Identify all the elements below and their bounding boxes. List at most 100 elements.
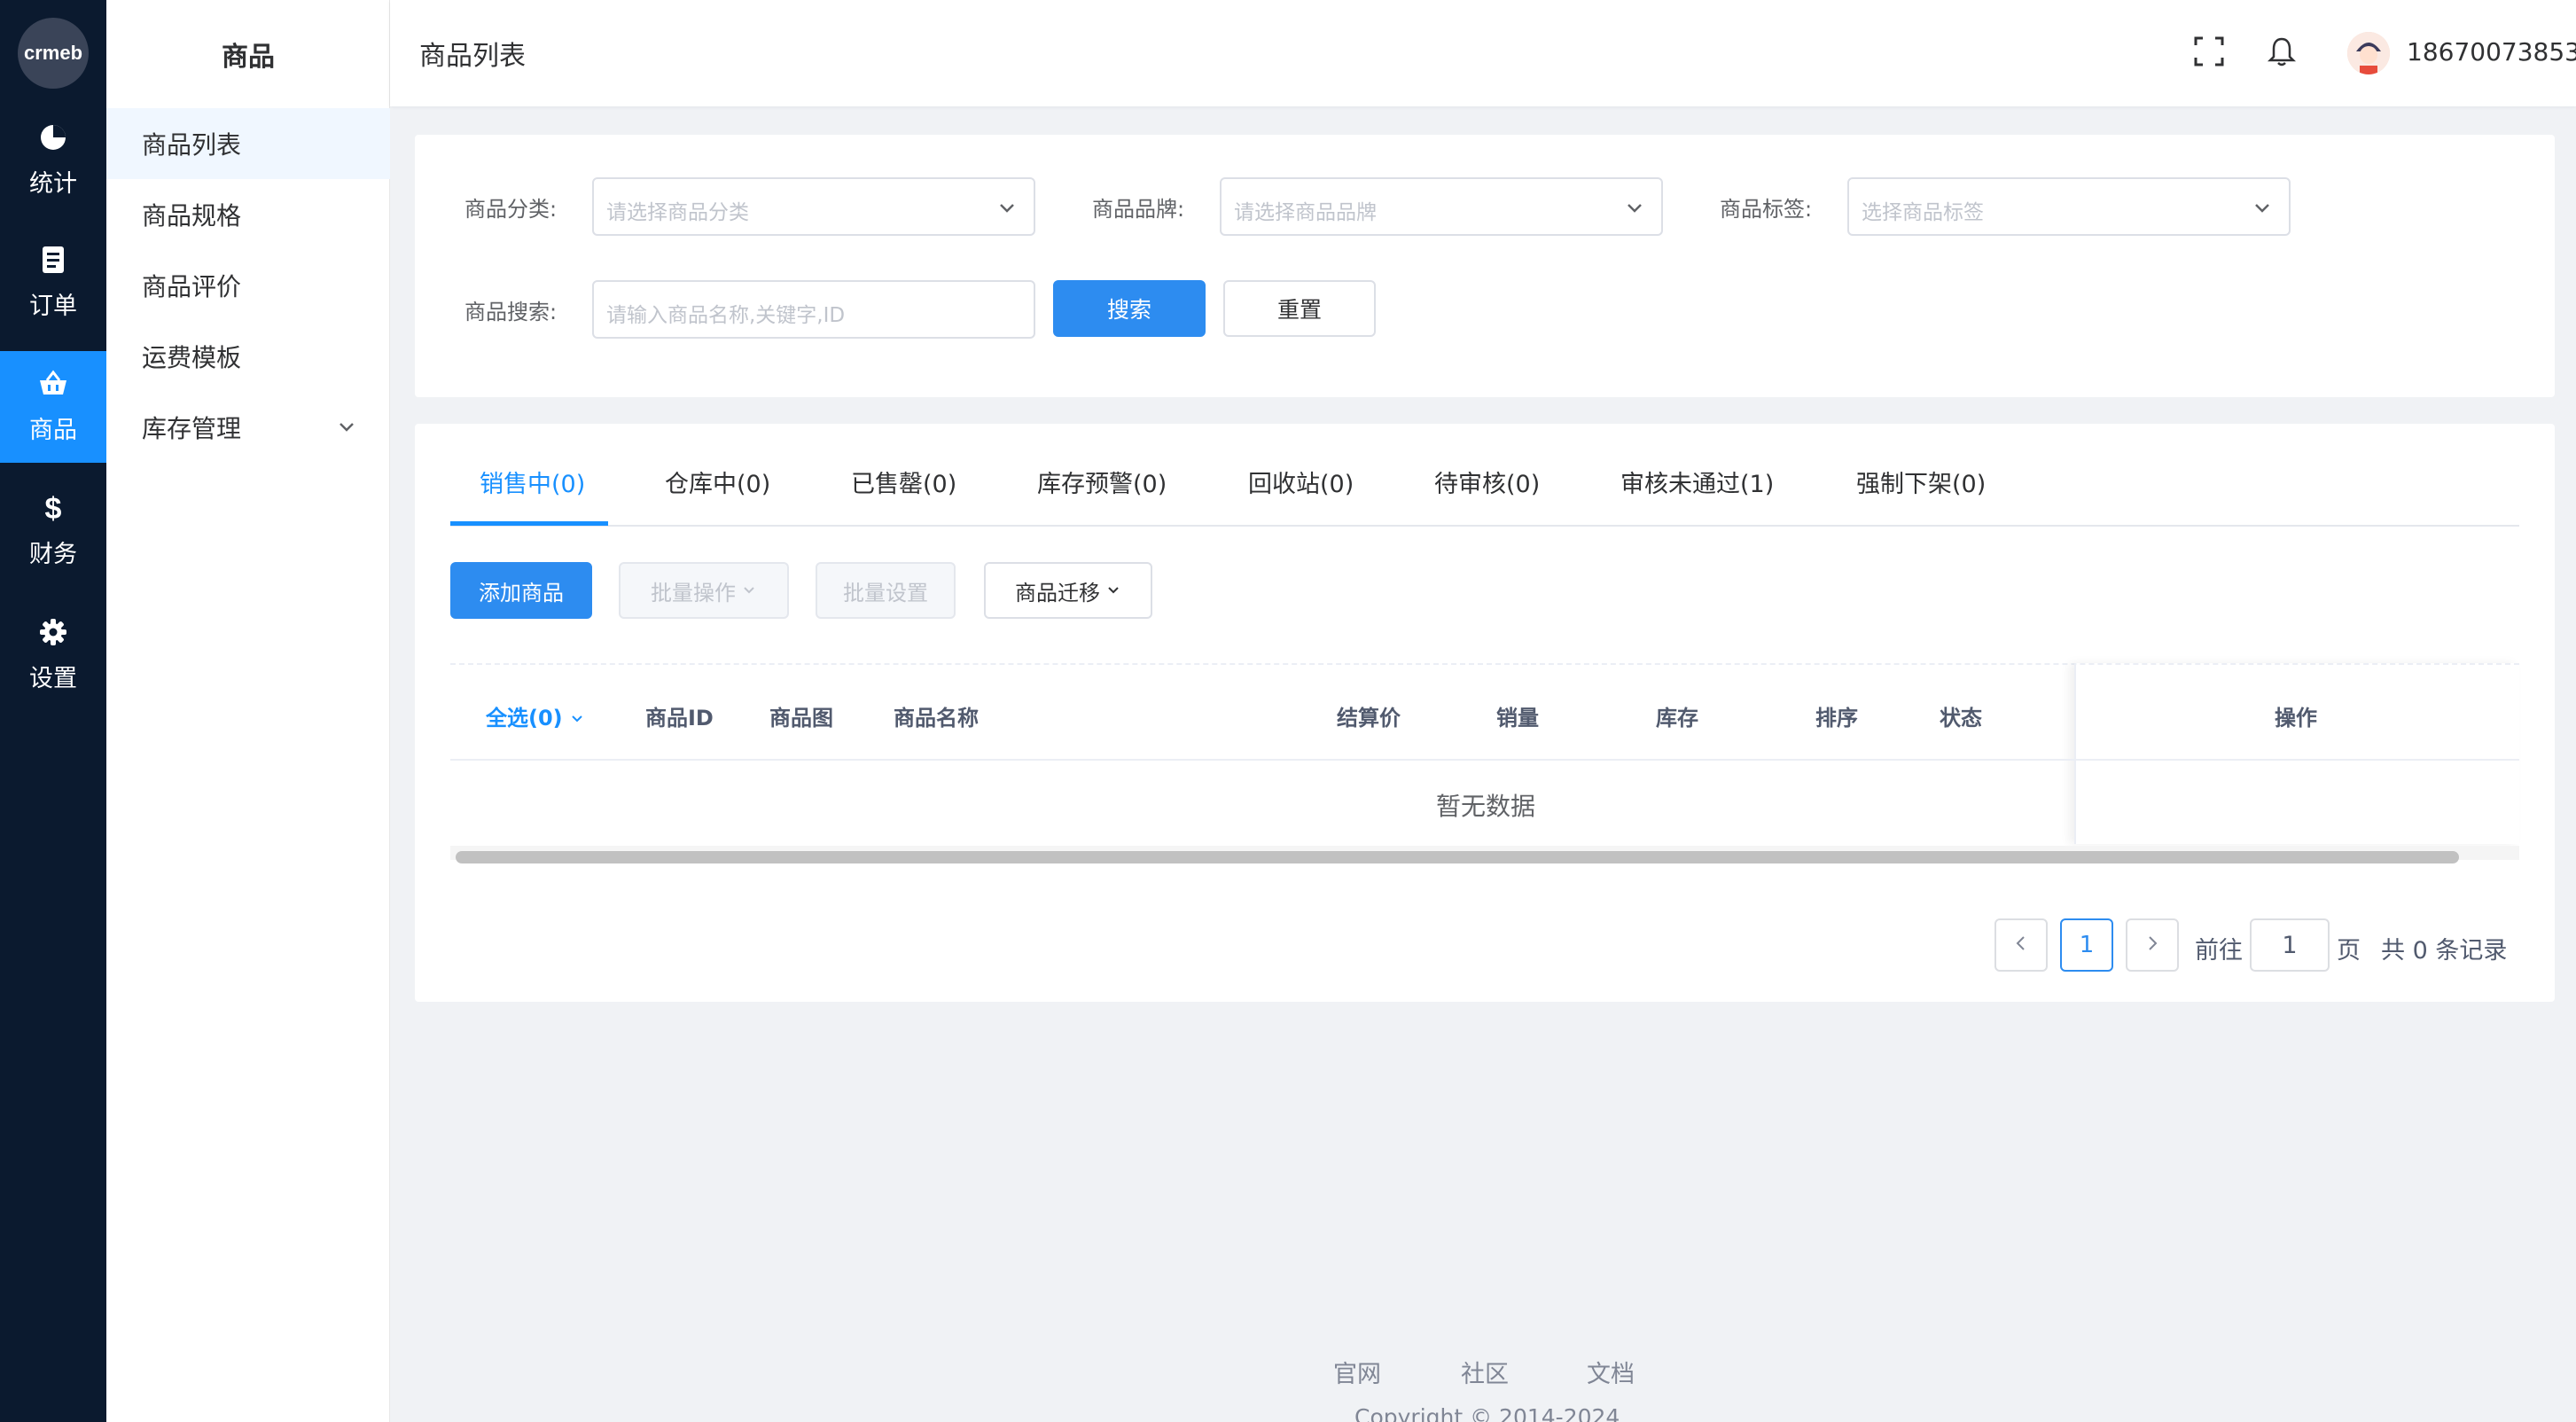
chevron-left-icon	[2011, 934, 2031, 957]
secondary-sidebar: 商品 商品列表 商品规格 商品评价 运费模板 库存管理	[106, 0, 390, 1422]
filter-card: 商品分类: 请选择商品分类 商品品牌: 请选择商品品牌 商品标签: 选择商品标签…	[415, 135, 2555, 397]
chevron-down-icon	[996, 197, 1018, 218]
search-filter-label: 商品搜索:	[464, 300, 558, 324]
category-select[interactable]: 请选择商品分类	[592, 177, 1035, 236]
gear-icon	[39, 618, 67, 652]
nav-label: 财务	[29, 540, 77, 568]
column-header-product-id: 商品ID	[645, 706, 714, 731]
sidebar-item-product-list[interactable]: 商品列表	[106, 108, 390, 179]
nav-item-settings[interactable]: 设置	[0, 599, 106, 711]
chevron-down-icon	[1105, 578, 1121, 603]
basket-icon	[38, 370, 68, 403]
tabs-divider	[450, 525, 2519, 527]
footer-link-community[interactable]: 社区	[1461, 1355, 1509, 1389]
sidebar-item-inventory[interactable]: 库存管理	[106, 392, 390, 463]
top-bar: 商品列表 18670073853	[390, 0, 2576, 106]
sidebar-item-label: 商品评价	[142, 272, 242, 301]
column-header-product-name: 商品名称	[894, 706, 979, 731]
sidebar-title: 商品	[222, 42, 275, 73]
reset-button[interactable]: 重置	[1223, 280, 1376, 337]
tab-in-warehouse[interactable]: 仓库中(0)	[665, 465, 770, 499]
search-input[interactable]: 请输入商品名称,关键字,ID	[592, 280, 1035, 339]
column-header-sort: 排序	[1815, 706, 1858, 731]
add-product-button[interactable]: 添加商品	[450, 562, 592, 619]
tag-select-placeholder: 选择商品标签	[1862, 201, 1984, 224]
avatar[interactable]	[2347, 32, 2390, 74]
column-header-sales: 销量	[1496, 706, 1539, 731]
search-input-placeholder: 请输入商品名称,关键字,ID	[606, 304, 846, 327]
chevron-down-icon	[741, 578, 757, 603]
dollar-icon: $	[44, 491, 62, 526]
tag-select[interactable]: 选择商品标签	[1847, 177, 2291, 236]
column-header-status: 状态	[1940, 706, 1982, 731]
column-header-settlement-price: 结算价	[1337, 706, 1401, 731]
nav-label: 设置	[29, 664, 77, 692]
chevron-down-icon	[2252, 197, 2273, 218]
sidebar-item-label: 库存管理	[142, 414, 242, 443]
chevron-down-icon	[570, 706, 584, 731]
username[interactable]: 18670073853	[2407, 37, 2576, 66]
column-header-stock: 库存	[1656, 706, 1698, 731]
table-header-border	[450, 759, 2519, 761]
nav-label: 商品	[29, 416, 77, 444]
product-migrate-button[interactable]: 商品迁移	[984, 562, 1152, 619]
sidebar-item-product-reviews[interactable]: 商品评价	[106, 250, 390, 321]
nav-item-finance[interactable]: $ 财务	[0, 475, 106, 587]
page-number-button[interactable]: 1	[2060, 918, 2113, 972]
goto-page-input[interactable]	[2250, 918, 2330, 972]
goto-label: 前往	[2195, 937, 2243, 965]
bell-icon[interactable]	[2266, 35, 2301, 71]
footer-link-official-site[interactable]: 官网	[1333, 1355, 1381, 1389]
nav-label: 订单	[29, 292, 77, 320]
column-header-product-image: 商品图	[769, 706, 833, 731]
brand-select[interactable]: 请选择商品品牌	[1220, 177, 1663, 236]
document-icon	[41, 246, 66, 279]
page-suffix: 页	[2337, 937, 2361, 965]
tab-pending-review[interactable]: 待审核(0)	[1434, 465, 1540, 499]
tab-recycle-bin[interactable]: 回收站(0)	[1248, 465, 1354, 499]
batch-operations-label: 批量操作	[651, 580, 736, 606]
active-tab-indicator	[450, 521, 608, 526]
nav-item-products[interactable]: 商品	[0, 351, 106, 463]
app-logo[interactable]: crmeb	[18, 18, 89, 89]
category-select-placeholder: 请选择商品分类	[606, 201, 749, 224]
tag-filter-label: 商品标签:	[1720, 197, 1813, 222]
search-button[interactable]: 搜索	[1053, 280, 1206, 337]
sidebar-item-label: 商品列表	[142, 130, 242, 160]
nav-label: 统计	[29, 169, 77, 198]
primary-sidebar: crmeb 统计 订单 商品 $ 财务 设置	[0, 0, 106, 1422]
select-all-label: 全选(0)	[486, 706, 563, 731]
tab-forced-offline[interactable]: 强制下架(0)	[1856, 465, 1986, 499]
brand-filter-label: 商品品牌:	[1092, 197, 1185, 222]
copyright: Copyright © 2014-2024	[1354, 1404, 1620, 1422]
horizontal-scrollbar-thumb[interactable]	[456, 851, 2459, 863]
tab-stock-warning[interactable]: 库存预警(0)	[1037, 465, 1167, 499]
next-page-button[interactable]	[2126, 918, 2179, 972]
fullscreen-icon[interactable]	[2193, 35, 2229, 71]
column-header-actions: 操作	[2275, 706, 2317, 731]
pie-chart-icon	[39, 123, 67, 157]
fixed-actions-column	[2074, 663, 2519, 844]
empty-table-message: 暂无数据	[1436, 792, 1536, 821]
tab-on-sale[interactable]: 销售中(0)	[480, 465, 585, 499]
chevron-right-icon	[2143, 934, 2162, 957]
brand-select-placeholder: 请选择商品品牌	[1234, 201, 1377, 224]
sidebar-item-shipping-templates[interactable]: 运费模板	[106, 321, 390, 392]
tab-review-rejected[interactable]: 审核未通过(1)	[1620, 465, 1774, 499]
sidebar-item-label: 运费模板	[142, 343, 242, 372]
chevron-down-icon	[1624, 197, 1645, 218]
select-all-toggle[interactable]: 全选(0)	[486, 700, 584, 731]
total-records: 共 0 条记录	[2381, 937, 2508, 965]
footer-link-docs[interactable]: 文档	[1587, 1355, 1635, 1389]
batch-settings-button[interactable]: 批量设置	[816, 562, 956, 619]
product-migrate-label: 商品迁移	[1015, 580, 1100, 606]
nav-item-orders[interactable]: 订单	[0, 227, 106, 339]
sidebar-item-label: 商品规格	[142, 201, 242, 230]
sidebar-item-product-specs[interactable]: 商品规格	[106, 179, 390, 250]
tab-sold-out[interactable]: 已售罄(0)	[851, 465, 956, 499]
breadcrumb: 商品列表	[419, 41, 526, 72]
nav-item-stats[interactable]: 统计	[0, 105, 106, 216]
batch-operations-button[interactable]: 批量操作	[619, 562, 789, 619]
prev-page-button[interactable]	[1994, 918, 2048, 972]
category-filter-label: 商品分类:	[464, 197, 558, 222]
